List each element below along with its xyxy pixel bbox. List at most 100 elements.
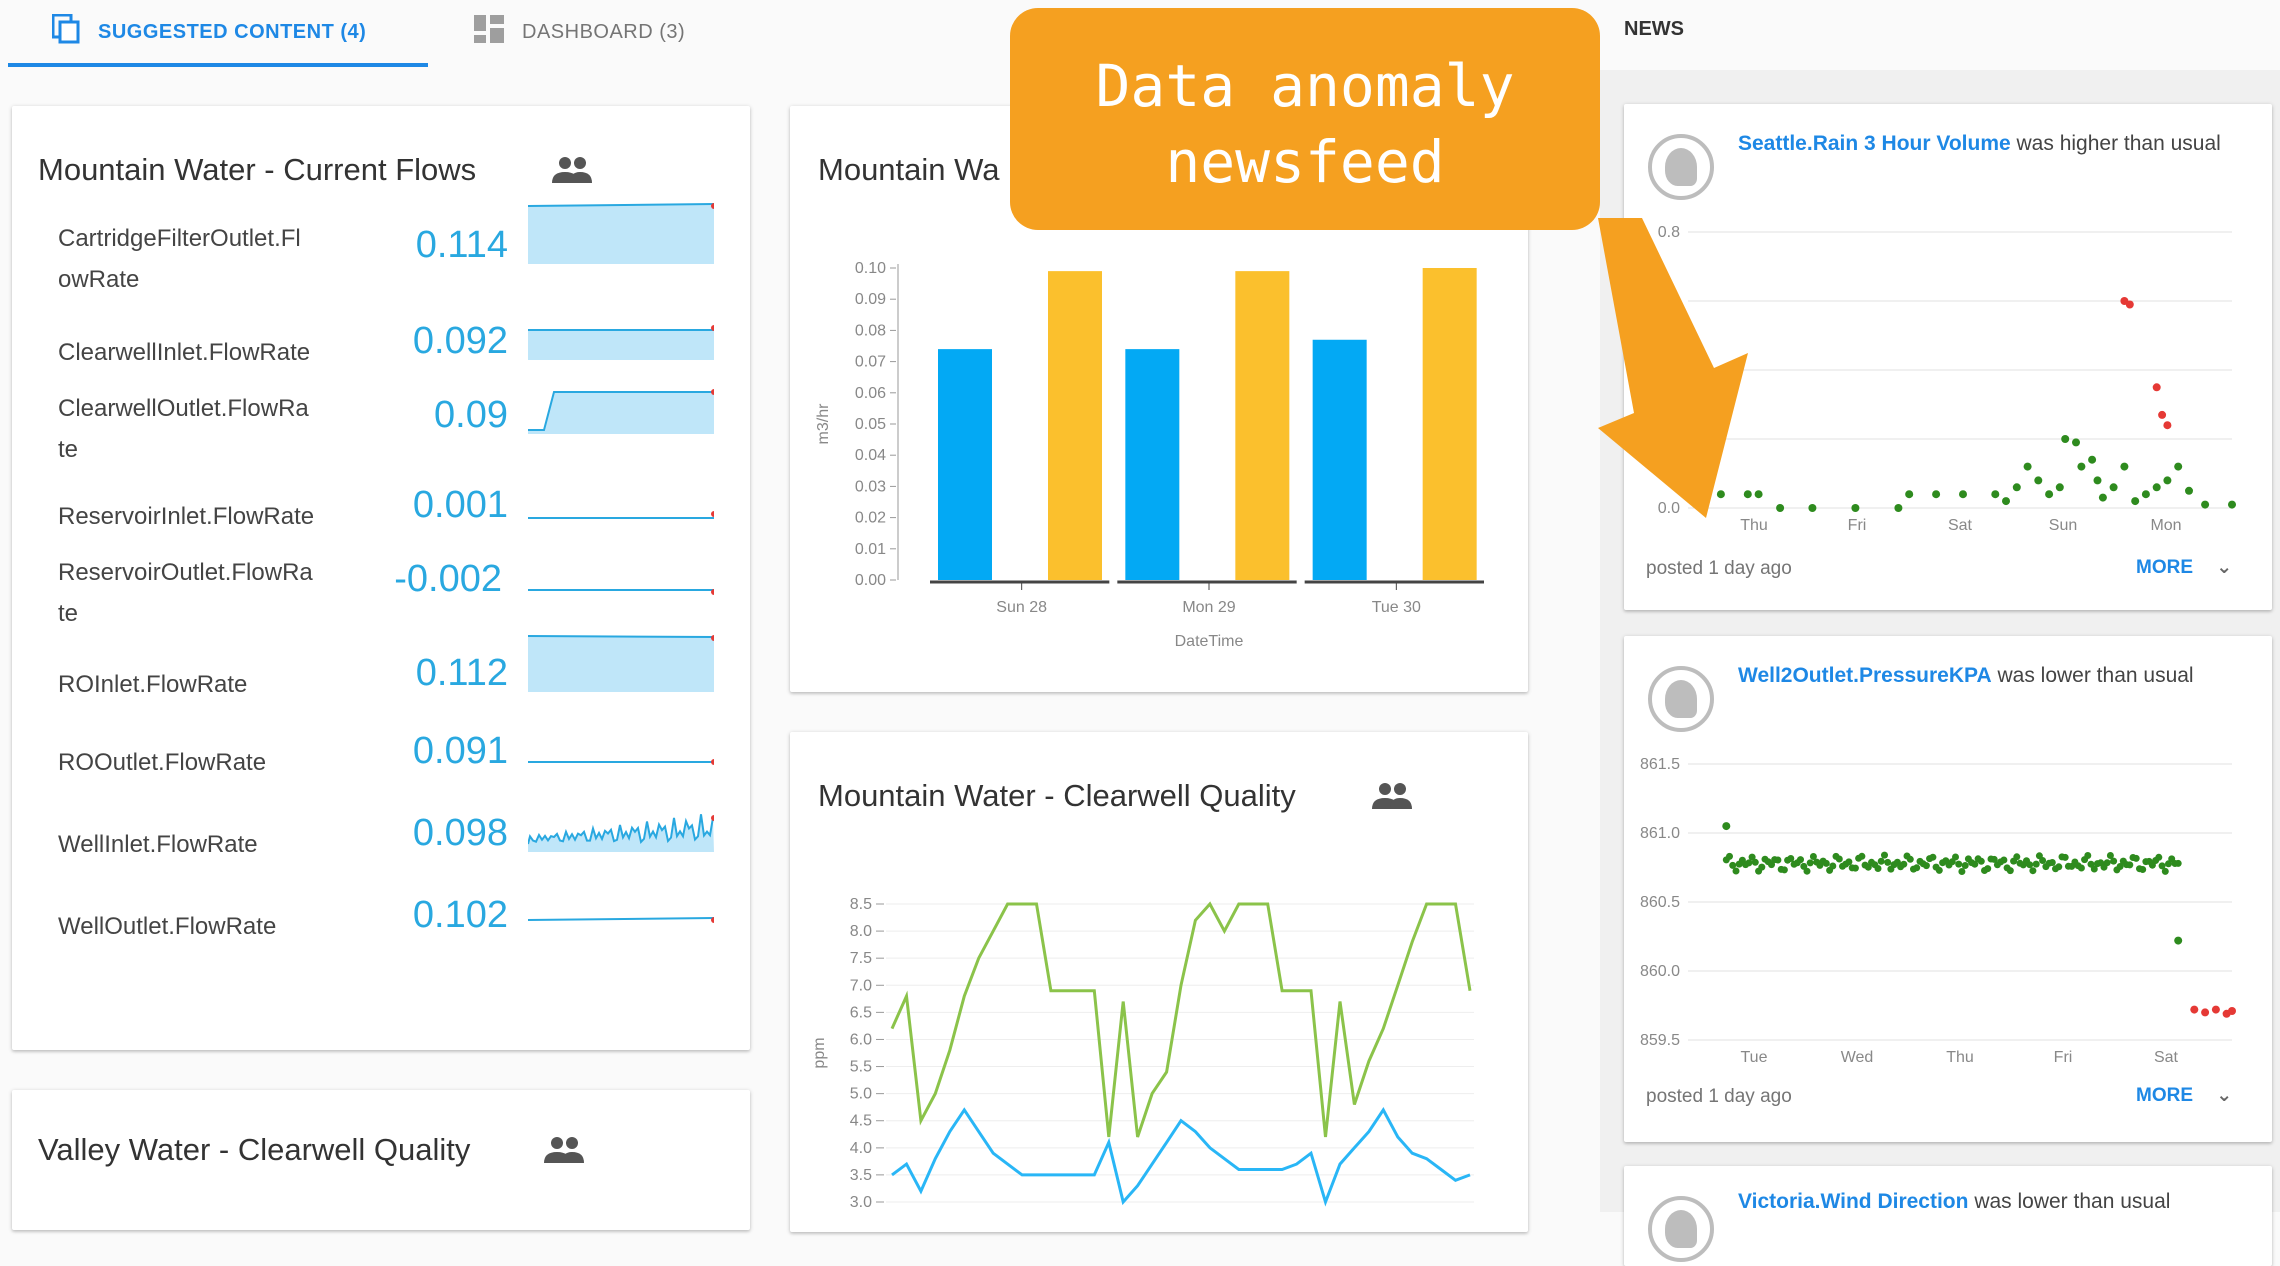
data-point	[2084, 852, 2092, 859]
anomaly-point	[2190, 1005, 2199, 1014]
sparkline	[528, 589, 714, 598]
data-point	[2155, 853, 2163, 861]
data-point	[1751, 858, 1759, 866]
data-point	[1991, 490, 2000, 499]
bar	[1235, 271, 1290, 580]
y-tick-label: 0.06	[855, 385, 886, 402]
avatar	[1648, 1196, 1714, 1262]
chevron-down-icon: ⌄	[2216, 1085, 2233, 1106]
data-point	[2093, 476, 2102, 485]
data-point	[2002, 497, 2010, 506]
more-button[interactable]: MORE ⌄	[2136, 556, 2232, 579]
flow-name-line: ROInlet.FlowRate	[58, 671, 248, 698]
y-tick-label: 4.5	[850, 1113, 872, 1130]
data-point	[1961, 862, 1969, 869]
sparkline	[528, 635, 714, 692]
more-button[interactable]: MORE ⌄	[2136, 1084, 2232, 1107]
series-line	[891, 1106, 1471, 1207]
data-point	[2110, 857, 2118, 865]
flow-row-name: ClearwellOutlet.FlowRa te	[58, 388, 358, 470]
bar	[1125, 349, 1180, 580]
data-point	[2023, 462, 2032, 471]
posted-time: posted 1 day ago	[1646, 558, 1792, 579]
bar	[1048, 271, 1102, 580]
news-chart: 861.5 861.0 860.5 860.0 859.5 Tue Wed Thu Fri Sat	[1640, 756, 2236, 1066]
flow-name-line: te	[58, 600, 79, 627]
sparkline-end-marker	[711, 815, 714, 821]
data-point	[1774, 856, 1782, 864]
y-tick-label: 5.0	[850, 1086, 872, 1103]
sparkline-area	[528, 590, 714, 598]
x-tick-label: Mon	[2150, 517, 2181, 534]
y-tick-label: 0.01	[855, 541, 886, 558]
data-point	[1955, 860, 1963, 868]
x-tick-label: Sun	[2049, 517, 2077, 534]
sparkline-area	[528, 204, 714, 264]
chevron-down-icon: ⌄	[2216, 557, 2233, 578]
x-tick-label: Sat	[2154, 1049, 2179, 1066]
flow-name-line: ReservoirInlet.FlowRate	[58, 503, 315, 530]
flow-row-name: WellOutlet.FlowRate	[58, 906, 358, 947]
data-point	[2012, 483, 2021, 492]
data-point	[2032, 860, 2040, 868]
data-point	[1922, 862, 1930, 870]
y-tick-label: 0.10	[855, 260, 886, 277]
people-icon[interactable]	[544, 1136, 584, 1169]
data-point	[2141, 490, 2150, 499]
data-point	[1906, 855, 1914, 863]
y-tick-label: 0.04	[855, 447, 886, 464]
data-point	[2201, 500, 2210, 509]
data-point	[1858, 852, 1866, 860]
data-point	[2000, 856, 2008, 864]
data-point	[2131, 497, 2140, 506]
tab-label: SUGGESTED CONTENT (4)	[98, 20, 367, 43]
card-title: Valley Water - Clearwell Quality	[38, 1132, 471, 1167]
x-tick-label: Fri	[1848, 517, 1867, 534]
sparkline-area	[528, 636, 714, 692]
data-point	[1806, 859, 1814, 867]
copy-icon	[51, 13, 80, 50]
tab-dashboard[interactable]: DASHBOARD (3)	[474, 0, 685, 64]
data-point	[2174, 462, 2183, 471]
data-point	[1977, 857, 1985, 865]
x-tick-label: Mon 29	[1182, 599, 1235, 616]
news-link[interactable]: Victoria.Wind Direction	[1738, 1190, 1968, 1213]
flow-row-name: ReservoirOutlet.FlowRa te	[58, 552, 358, 634]
callout-line: newsfeed	[1165, 128, 1445, 196]
flow-name-line: owRate	[58, 266, 140, 293]
flow-value: 0.098	[412, 812, 508, 854]
news-text: Victoria.Wind Direction was lower than u…	[1738, 1182, 2268, 1222]
tab-suggested-content[interactable]: SUGGESTED CONTENT (4)	[51, 0, 367, 64]
data-point	[2163, 476, 2172, 485]
data-point	[1722, 822, 1731, 831]
series-line	[890, 901, 1472, 1138]
bar	[1422, 268, 1477, 580]
tab-active-indicator	[8, 63, 428, 67]
data-point	[1932, 490, 1941, 499]
x-tick-label: Sun 28	[996, 599, 1047, 616]
flow-name-line: te	[58, 436, 79, 463]
anomaly-point	[2163, 421, 2172, 430]
clearwell-quality-card: Mountain Water - Clearwell Quality 8.5 8.…	[790, 732, 1528, 1232]
y-axis-label: m3/hr	[815, 403, 832, 445]
y-tick-label: 860.0	[1640, 963, 1680, 980]
data-point	[1884, 858, 1892, 866]
anomaly-point	[2201, 1008, 2210, 1017]
people-icon[interactable]	[552, 156, 592, 189]
data-point	[1935, 866, 1943, 874]
anomaly-point	[2152, 383, 2161, 392]
flow-value: 0.092	[412, 320, 508, 362]
data-point	[1803, 867, 1811, 875]
data-point	[2174, 936, 2183, 945]
flow-name-line: ClearwellOutlet.FlowRa	[58, 395, 309, 422]
card-title: Mountain Water - Current Flows	[38, 152, 477, 187]
flow-row-name: ReservoirInlet.FlowRate	[58, 496, 358, 537]
bar	[1312, 339, 1367, 580]
x-tick-label: Tue	[1741, 1049, 1768, 1066]
y-tick-label: 859.5	[1640, 1032, 1680, 1049]
anomaly-point	[2125, 300, 2134, 309]
data-point	[1894, 504, 1903, 512]
flow-row-name: ROInlet.FlowRate	[58, 664, 358, 705]
y-tick-label: 8.0	[850, 923, 872, 940]
data-point	[2109, 483, 2118, 492]
